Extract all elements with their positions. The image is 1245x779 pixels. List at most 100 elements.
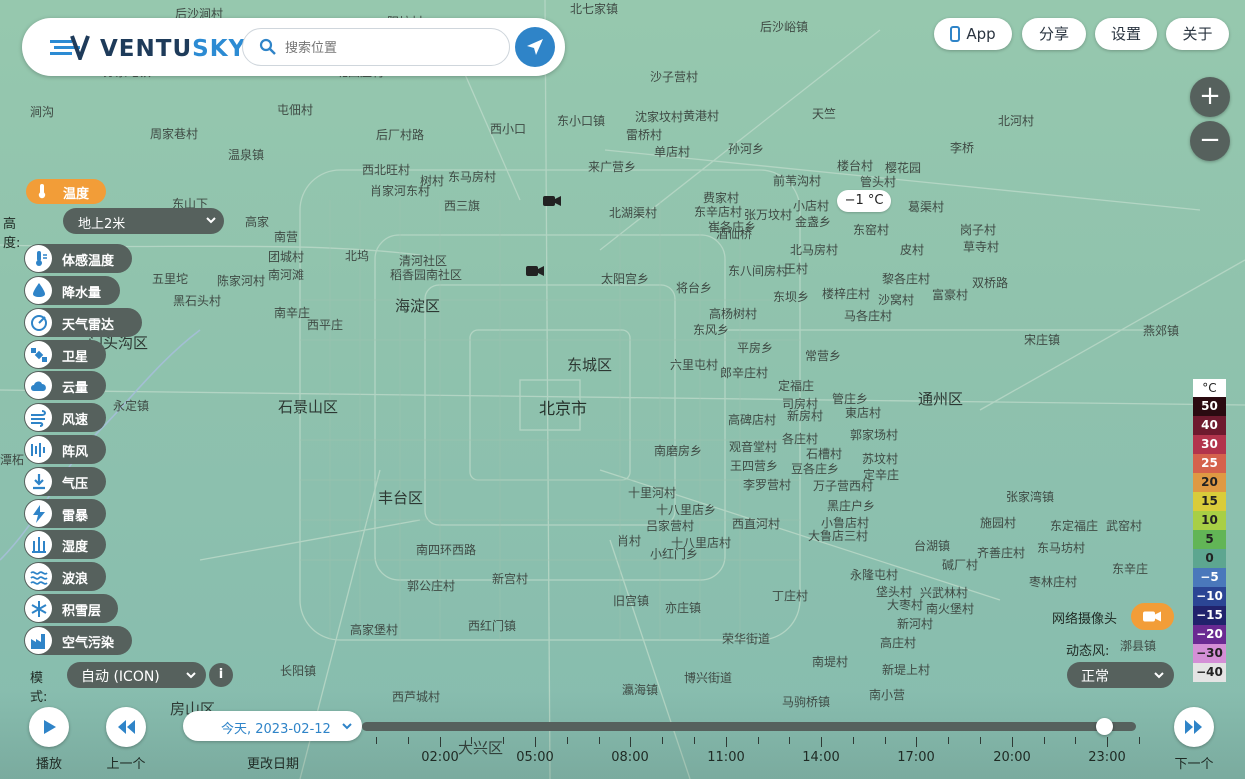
timeline-tick (980, 737, 981, 744)
timeline-tick (821, 737, 822, 747)
timeline-tick (440, 737, 441, 747)
layer-item-label: 卫星 (62, 350, 89, 365)
temperature-readout[interactable]: −1 °C (837, 190, 891, 212)
layer-item[interactable]: 体感温度 (24, 244, 132, 273)
timeline-hour-label[interactable]: 20:00 (993, 750, 1030, 765)
layer-item-label: 降水量 (62, 286, 102, 301)
timeline-tick (376, 737, 377, 744)
layer-item[interactable]: 卫星 (24, 340, 106, 369)
cloud-icon (31, 381, 46, 391)
satellite-icon (31, 348, 47, 362)
timeline-tick (1012, 737, 1013, 747)
snowflake-icon (31, 601, 47, 617)
timeline-tick (1107, 737, 1108, 747)
timeline-hour-label[interactable]: 08:00 (611, 750, 648, 765)
about-button[interactable]: 关于 (1166, 18, 1229, 50)
timeline-hour-label[interactable]: 17:00 (897, 750, 934, 765)
timeline-tick (1139, 737, 1140, 744)
header-panel: VENTUSKY (22, 18, 565, 76)
humidity-icon (32, 537, 46, 553)
timeline-tick (471, 737, 472, 744)
timeline-tick (630, 737, 631, 747)
radar-icon (31, 315, 47, 331)
layer-item[interactable]: 云量 (24, 371, 106, 400)
webcam-label: 网络摄像头 (1052, 612, 1118, 627)
previous-label: 上一个 (106, 757, 146, 772)
ventusky-logo-icon (50, 35, 90, 60)
timeline-tick (662, 737, 663, 744)
search-box[interactable] (242, 28, 510, 66)
zoom-in-button[interactable]: + (1190, 77, 1230, 117)
legend-step: −20 (1193, 625, 1226, 644)
height-label: 高度: (3, 217, 21, 251)
locate-button[interactable] (515, 27, 555, 67)
drop-icon (33, 283, 45, 297)
layer-item[interactable]: 雷暴 (24, 499, 106, 528)
legend-step: 25 (1193, 454, 1226, 473)
timeline-tick (726, 737, 727, 747)
play-button[interactable] (29, 707, 69, 747)
animated-wind-dropdown[interactable]: 正常 (1067, 662, 1174, 688)
legend-step: −30 (1193, 644, 1226, 663)
layer-item[interactable]: 阵风 (24, 435, 106, 464)
layer-item[interactable]: 波浪 (24, 562, 106, 591)
chevron-down-icon (206, 217, 216, 224)
brand-name[interactable]: VENTUSKY (100, 36, 246, 62)
layer-item[interactable]: 积雪层 (24, 594, 118, 623)
layer-item[interactable]: 湿度 (24, 530, 106, 559)
layer-item-label: 阵风 (62, 445, 89, 460)
date-selector[interactable]: 今天, 2023-02-12 (183, 711, 362, 741)
change-date-label[interactable]: 更改日期 (238, 753, 308, 772)
timeline-track[interactable] (362, 722, 1136, 731)
legend-step: 30 (1193, 435, 1226, 454)
height-dropdown[interactable]: 地上2米 (63, 208, 224, 234)
timeline-tick (948, 737, 949, 744)
chevron-down-icon (1154, 672, 1164, 679)
layer-item-label: 波浪 (62, 572, 89, 587)
layer-item[interactable]: 天气雷达 (24, 308, 142, 337)
timeline-hour-label[interactable]: 02:00 (421, 750, 458, 765)
timeline-hour-label[interactable]: 14:00 (802, 750, 839, 765)
legend-step: −40 (1193, 663, 1226, 682)
timeline-tick (503, 737, 504, 744)
factory-icon (31, 634, 45, 649)
timeline-tick (789, 737, 790, 744)
layer-item[interactable]: 空气污染 (24, 626, 132, 655)
model-info-button[interactable]: i (209, 663, 233, 687)
timeline-hour-label[interactable]: 05:00 (516, 750, 553, 765)
layer-item[interactable]: 降水量 (24, 276, 120, 305)
gust-icon (31, 443, 45, 457)
search-input[interactable] (283, 36, 487, 60)
timeline-tick (853, 737, 854, 744)
zoom-out-button[interactable]: − (1190, 121, 1230, 161)
play-icon (44, 720, 56, 734)
layer-item-label: 气压 (62, 477, 89, 492)
legend-step: 15 (1193, 492, 1226, 511)
camera-icon (1143, 611, 1161, 622)
timeline-hour-label[interactable]: 11:00 (707, 750, 744, 765)
timeline-tick (916, 737, 917, 747)
legend-step: 5 (1193, 530, 1226, 549)
animated-wind-label: 动态风: (1066, 644, 1110, 659)
timeline-tick (599, 737, 600, 744)
previous-button[interactable] (106, 707, 146, 747)
location-arrow-icon (527, 39, 543, 55)
layer-item[interactable]: 气压 (24, 467, 106, 496)
settings-button[interactable]: 设置 (1095, 18, 1157, 50)
model-dropdown[interactable]: 自动 (ICON) (67, 662, 206, 688)
app-button[interactable]: App (934, 18, 1012, 50)
timeline-hour-label[interactable]: 23:00 (1088, 750, 1125, 765)
layer-temperature-selected[interactable]: 温度 (26, 179, 106, 204)
layer-item[interactable]: 风速 (24, 403, 106, 432)
legend-step: 50 (1193, 397, 1226, 416)
timeline-tick (408, 737, 409, 744)
timeline-thumb[interactable] (1096, 718, 1113, 735)
layer-item-label: 湿度 (62, 540, 89, 555)
layer-item-label: 空气污染 (62, 636, 115, 651)
next-button[interactable] (1174, 707, 1214, 747)
share-button[interactable]: 分享 (1022, 18, 1086, 50)
webcam-marker-icon[interactable] (543, 195, 561, 207)
rewind-icon (118, 720, 135, 734)
webcam-toggle[interactable] (1131, 603, 1174, 630)
webcam-marker-icon[interactable] (526, 265, 544, 277)
